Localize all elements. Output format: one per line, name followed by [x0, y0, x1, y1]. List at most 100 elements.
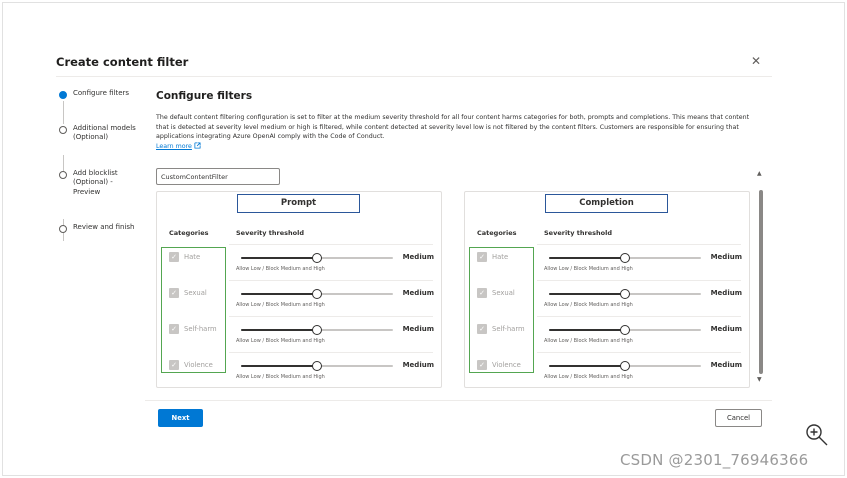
slider-thumb[interactable]	[620, 289, 630, 299]
category-row: ✓ Self-harm Medium Allow Low / Block Medium…	[157, 316, 443, 352]
category-checkbox[interactable]: ✓	[477, 252, 487, 262]
severity-level: Medium	[402, 361, 434, 369]
category-row: ✓ Hate Medium Allow Low / Block Medium and …	[157, 244, 443, 280]
column-header-categories: Categories	[477, 229, 517, 237]
checkmark-icon: ✓	[171, 325, 177, 333]
category-checkbox[interactable]: ✓	[169, 360, 179, 370]
row-divider	[537, 316, 741, 317]
severity-slider[interactable]	[241, 325, 393, 335]
checkmark-icon: ✓	[479, 361, 485, 369]
category-label: Self-harm	[184, 325, 217, 333]
step-label: Add blocklist (Optional) - Preview	[73, 168, 118, 196]
category-label: Violence	[184, 361, 213, 369]
scrollbar[interactable]: ▲ ▼	[757, 170, 765, 385]
category-checkbox[interactable]: ✓	[477, 360, 487, 370]
step-indicator-icon	[59, 125, 67, 134]
severity-level: Medium	[710, 253, 742, 261]
step-additional-models[interactable]: Additional models (Optional)	[58, 124, 142, 143]
severity-hint: Allow Low / Block Medium and High	[236, 302, 325, 308]
step-review-and-finish[interactable]: Review and finish	[58, 223, 142, 233]
column-header-categories: Categories	[169, 229, 209, 237]
category-checkbox[interactable]: ✓	[169, 324, 179, 334]
step-label: Review and finish	[73, 223, 135, 231]
learn-more-link[interactable]: Learn more	[156, 143, 192, 150]
step-indicator-icon	[59, 91, 67, 99]
category-row: ✓ Self-harm Medium Allow Low / Block Medium…	[465, 316, 751, 352]
category-checkbox[interactable]: ✓	[477, 324, 487, 334]
step-add-blocklist[interactable]: Add blocklist (Optional) - Preview	[58, 169, 142, 198]
slider-thumb[interactable]	[312, 361, 322, 371]
severity-slider[interactable]	[549, 289, 701, 299]
category-checkbox[interactable]: ✓	[169, 252, 179, 262]
dialog-title: Create content filter	[56, 55, 189, 69]
scroll-up-icon[interactable]: ▲	[757, 170, 762, 177]
cancel-button[interactable]: Cancel	[715, 409, 762, 427]
slider-fill	[549, 293, 625, 295]
step-configure-filters[interactable]: Configure filters	[58, 89, 142, 99]
step-indicator-icon	[59, 170, 67, 179]
slider-fill	[549, 329, 625, 331]
step-connector	[63, 101, 64, 124]
category-label: Sexual	[184, 289, 207, 297]
severity-level: Medium	[402, 325, 434, 333]
severity-level: Medium	[710, 361, 742, 369]
severity-level: Medium	[402, 289, 434, 297]
close-icon[interactable]: ✕	[751, 54, 761, 68]
step-label: Additional models (Optional)	[73, 123, 136, 142]
category-checkbox[interactable]: ✓	[477, 288, 487, 298]
step-indicator-icon	[59, 225, 67, 233]
filter-name-input[interactable]	[156, 168, 280, 185]
slider-thumb[interactable]	[312, 325, 322, 335]
panel-title: Completion	[545, 194, 668, 213]
severity-hint: Allow Low / Block Medium and High	[236, 374, 325, 380]
severity-slider[interactable]	[549, 361, 701, 371]
severity-slider[interactable]	[241, 253, 393, 263]
category-checkbox[interactable]: ✓	[169, 288, 179, 298]
row-divider	[229, 352, 433, 353]
severity-hint: Allow Low / Block Medium and High	[236, 338, 325, 344]
severity-slider[interactable]	[549, 253, 701, 263]
checkmark-icon: ✓	[479, 289, 485, 297]
slider-thumb[interactable]	[620, 361, 630, 371]
slider-fill	[549, 365, 625, 367]
section-title: Configure filters	[156, 90, 253, 102]
panel-title: Prompt	[237, 194, 360, 213]
column-header-severity: Severity threshold	[236, 229, 304, 237]
zoom-in-icon[interactable]	[804, 422, 830, 448]
checkmark-icon: ✓	[479, 325, 485, 333]
slider-thumb[interactable]	[312, 289, 322, 299]
scrollbar-thumb[interactable]	[759, 190, 763, 374]
category-row: ✓ Violence Medium Allow Low / Block Medium …	[465, 352, 751, 388]
row-divider	[229, 244, 433, 245]
description: The default content filtering configurat…	[156, 113, 752, 151]
severity-slider[interactable]	[549, 325, 701, 335]
severity-hint: Allow Low / Block Medium and High	[236, 266, 325, 272]
slider-fill	[241, 293, 317, 295]
slider-thumb[interactable]	[312, 253, 322, 263]
category-label: Sexual	[492, 289, 515, 297]
row-divider	[229, 280, 433, 281]
slider-fill	[241, 329, 317, 331]
footer-divider	[145, 400, 772, 401]
category-row: ✓ Hate Medium Allow Low / Block Medium and …	[465, 244, 751, 280]
checkmark-icon: ✓	[171, 289, 177, 297]
severity-hint: Allow Low / Block Medium and High	[544, 374, 633, 380]
watermark: CSDN @2301_76946366	[620, 451, 809, 469]
category-row: ✓ Violence Medium Allow Low / Block Medium …	[157, 352, 443, 388]
row-divider	[537, 244, 741, 245]
prompt-panel: Prompt Categories Severity threshold ✓ Ha…	[156, 191, 442, 388]
slider-fill	[241, 365, 317, 367]
row-divider	[537, 280, 741, 281]
category-label: Hate	[492, 253, 509, 261]
slider-thumb[interactable]	[620, 325, 630, 335]
severity-slider[interactable]	[241, 361, 393, 371]
slider-thumb[interactable]	[620, 253, 630, 263]
next-button[interactable]: Next	[158, 409, 203, 427]
slider-fill	[241, 257, 317, 259]
severity-slider[interactable]	[241, 289, 393, 299]
severity-hint: Allow Low / Block Medium and High	[544, 266, 633, 272]
external-link-icon	[194, 141, 201, 149]
severity-hint: Allow Low / Block Medium and High	[544, 338, 633, 344]
row-divider	[229, 316, 433, 317]
scroll-down-icon[interactable]: ▼	[757, 376, 762, 383]
